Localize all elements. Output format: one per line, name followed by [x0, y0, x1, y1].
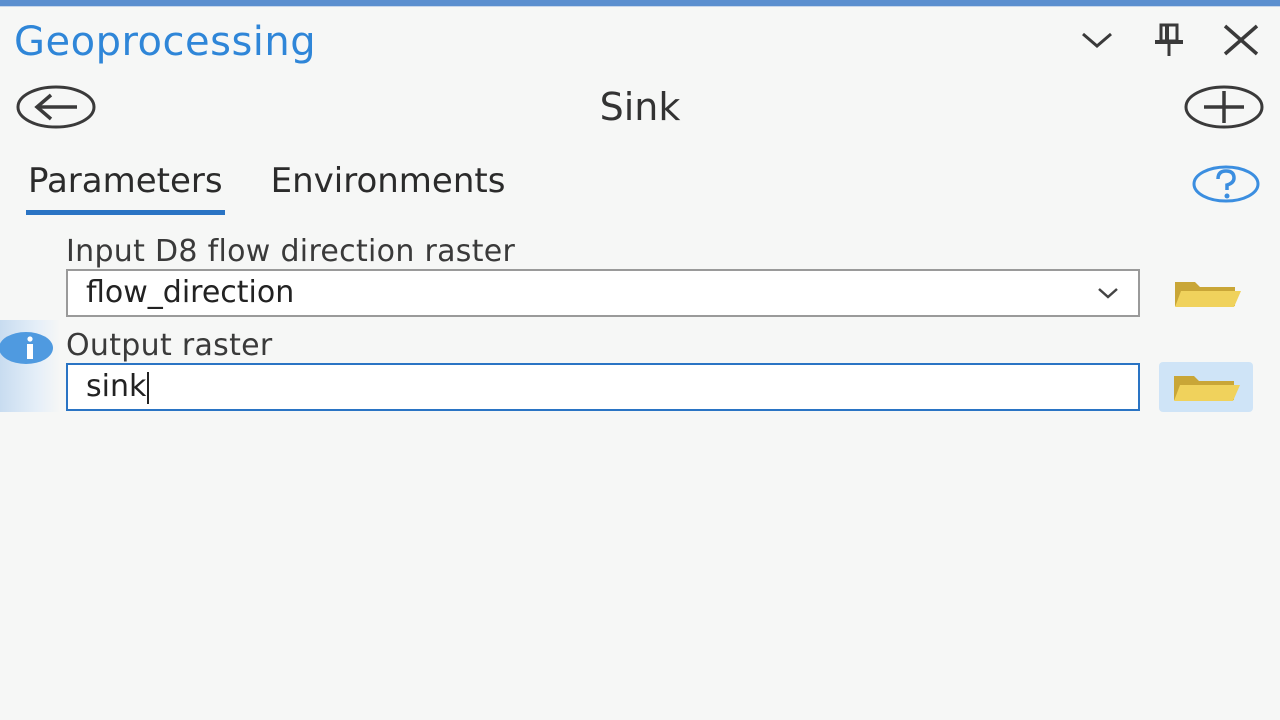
input-raster-dropdown[interactable]: flow_direction: [66, 269, 1140, 317]
input-raster-value: flow_direction: [86, 275, 295, 310]
folder-icon: [1174, 376, 1240, 401]
output-raster-browse-button[interactable]: [1159, 362, 1253, 412]
folder-icon: [1175, 282, 1241, 307]
pane-title-controls: [1074, 14, 1264, 66]
pane-top-border: [0, 0, 1280, 7]
close-icon[interactable]: [1218, 17, 1264, 63]
pane-title: Geoprocessing: [14, 19, 317, 65]
text-cursor: [147, 371, 150, 404]
input-raster-label: Input D8 flow direction raster: [66, 234, 516, 269]
add-button[interactable]: [1182, 80, 1266, 134]
add-icon: [1184, 85, 1264, 129]
tab-bar: Parameters Environments: [26, 156, 508, 215]
chevron-down-icon[interactable]: [1074, 17, 1120, 63]
pin-icon[interactable]: [1146, 17, 1192, 63]
output-raster-value: sink: [86, 369, 147, 404]
tool-title: Sink: [599, 85, 681, 129]
tab-parameters[interactable]: Parameters: [26, 156, 225, 215]
chevron-down-icon[interactable]: [1096, 283, 1120, 303]
help-button[interactable]: [1190, 160, 1262, 208]
output-raster-input[interactable]: sink: [66, 363, 1140, 411]
info-icon[interactable]: [0, 330, 56, 366]
output-raster-label: Output raster: [66, 328, 273, 363]
tool-header: Sink: [0, 78, 1280, 136]
input-raster-browse-button[interactable]: [1160, 268, 1254, 318]
tab-environments[interactable]: Environments: [269, 156, 508, 212]
help-icon: [1192, 165, 1260, 203]
